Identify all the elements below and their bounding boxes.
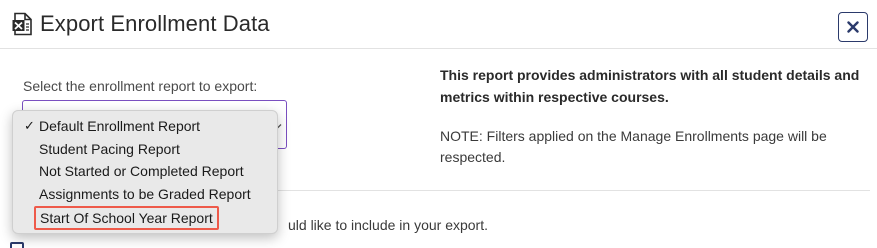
option-label: Default Enrollment Report xyxy=(39,118,201,134)
option-default-enrollment-report[interactable]: ✓ Default Enrollment Report xyxy=(13,115,277,138)
option-assignments-to-be-graded-report[interactable]: Assignments to be Graded Report xyxy=(13,183,277,206)
include-instructions-tail: uld like to include in your export. xyxy=(288,217,488,233)
option-student-pacing-report[interactable]: Student Pacing Report xyxy=(13,138,277,161)
report-description: This report provides administrators with… xyxy=(440,67,860,105)
option-not-started-or-completed-report[interactable]: Not Started or Completed Report xyxy=(13,160,277,183)
checkmark-icon: ✓ xyxy=(24,118,35,133)
modal-header: Export Enrollment Data xyxy=(0,0,877,49)
option-label: Student Pacing Report xyxy=(39,140,180,157)
option-start-of-school-year-report[interactable]: Start Of School Year Report xyxy=(34,206,219,231)
modal-title: Export Enrollment Data xyxy=(40,11,270,36)
close-icon xyxy=(847,21,859,33)
filters-note: NOTE: Filters applied on the Manage Enro… xyxy=(440,128,827,165)
close-button[interactable] xyxy=(838,12,868,42)
option-label: Assignments to be Graded Report xyxy=(39,185,251,202)
option-label: Not Started or Completed Report xyxy=(39,163,244,180)
include-checkbox[interactable] xyxy=(10,242,24,248)
report-select-label: Select the enrollment report to export: xyxy=(23,78,258,94)
option-label: Start Of School Year Report xyxy=(40,210,213,227)
report-options-menu: ✓ Default Enrollment Report Student Paci… xyxy=(12,110,278,234)
excel-file-icon xyxy=(12,12,32,36)
export-enrollment-modal: Export Enrollment Data Select the enroll… xyxy=(0,0,877,248)
